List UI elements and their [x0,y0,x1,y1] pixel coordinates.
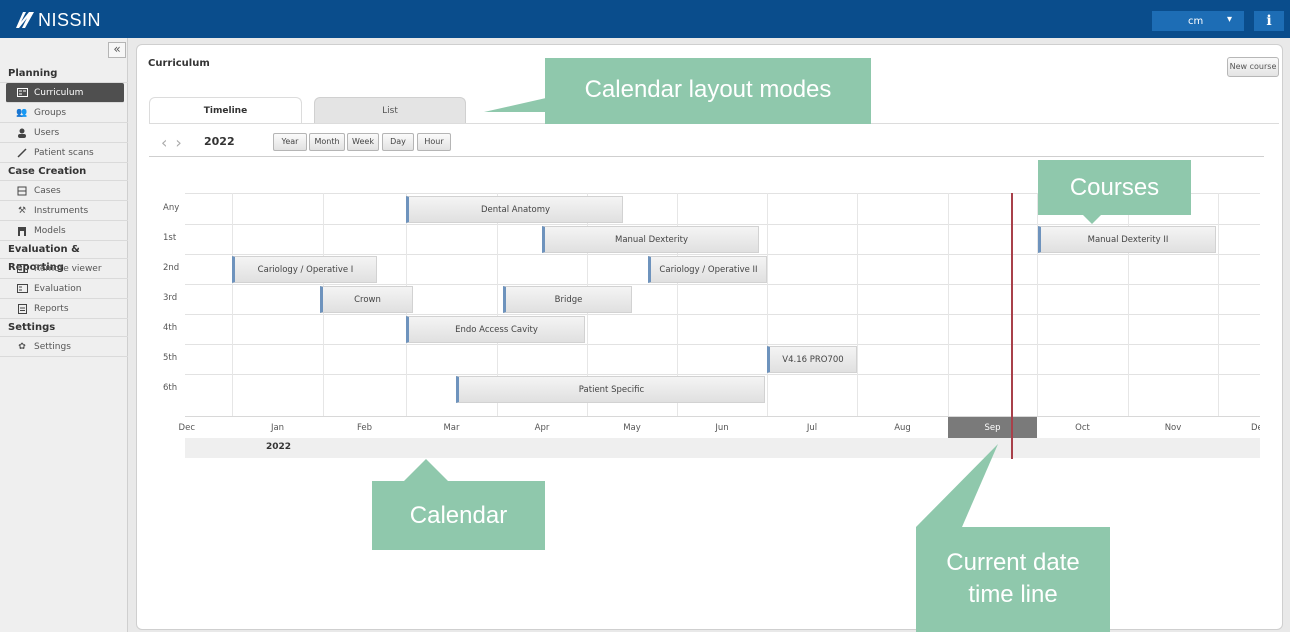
pointer-layout-modes [484,98,546,112]
callout-courses: Courses [1038,160,1191,215]
callout-current-date: Current date time line [916,527,1110,632]
pointer-courses [1082,214,1102,224]
callout-current-date-line1: Current date [946,549,1080,576]
callout-layout-modes: Calendar layout modes [545,58,871,124]
pointer-calendar [404,459,448,481]
pointer-current-date [916,444,998,527]
callout-current-date-line2: time line [968,581,1058,608]
callout-calendar: Calendar [372,481,545,550]
